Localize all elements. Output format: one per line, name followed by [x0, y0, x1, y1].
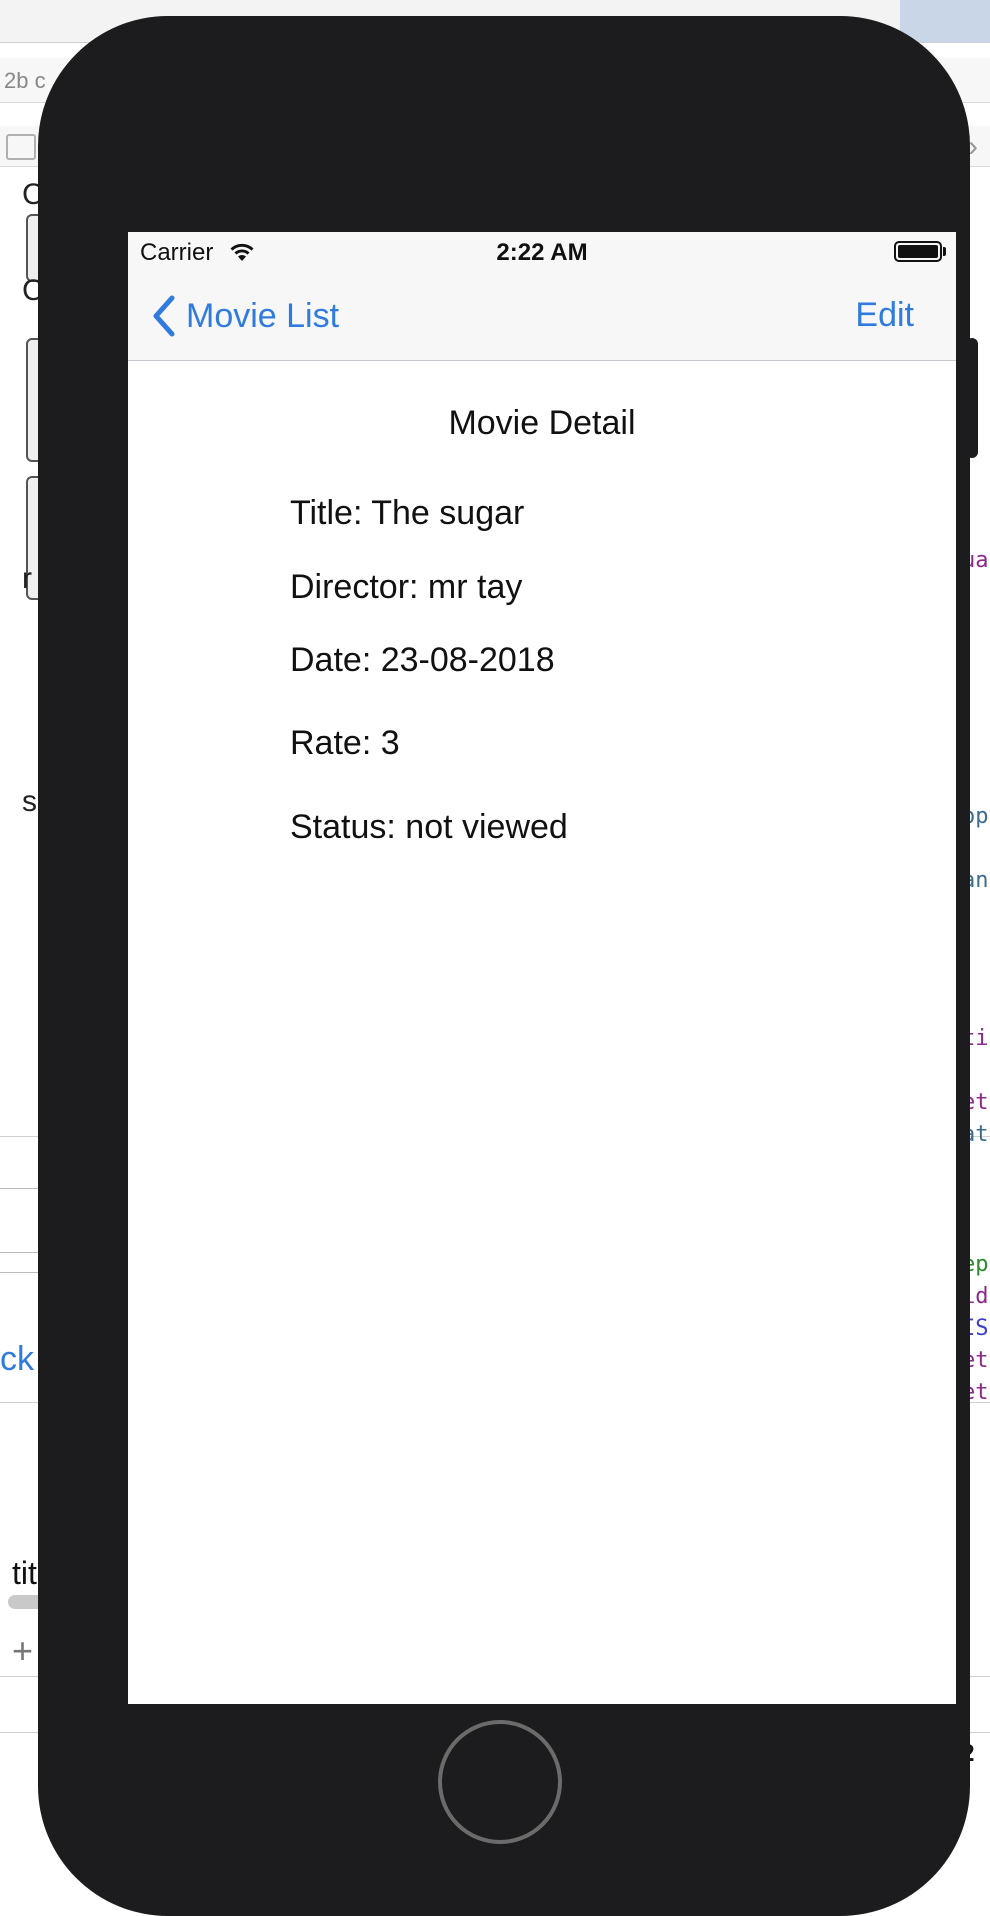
- movie-detail-view: Movie Detail Title: The sugar Director: …: [128, 360, 956, 1704]
- device-screen: Carrier 2:22 AM Movie List Edit Movie De…: [128, 232, 956, 1704]
- battery-icon: [894, 241, 942, 262]
- battery-tip: [943, 247, 946, 256]
- plus-icon[interactable]: +: [12, 1630, 33, 1672]
- chevron-left-icon: [153, 295, 175, 337]
- back-button[interactable]: Movie List: [150, 292, 339, 340]
- status-time: 2:22 AM: [496, 239, 588, 266]
- xcode-left-letter: s: [22, 785, 37, 818]
- xcode-left-letter: r: [22, 562, 32, 595]
- xcode-title-bar-accent: [900, 0, 990, 42]
- edit-button[interactable]: Edit: [855, 296, 914, 335]
- movie-title-label: Title: The sugar: [290, 494, 525, 532]
- movie-director-label: Director: mr tay: [290, 568, 523, 606]
- xcode-partial-label: tit: [12, 1555, 37, 1591]
- status-bar: Carrier 2:22 AM: [128, 232, 956, 272]
- home-button[interactable]: [438, 1720, 562, 1844]
- battery-fill: [898, 245, 938, 258]
- back-button-label: Movie List: [186, 296, 340, 335]
- xcode-breadcrumb-text: 2b c: [4, 68, 46, 93]
- iphone-simulator: Carrier 2:22 AM Movie List Edit Movie De…: [38, 16, 970, 1916]
- film-icon: [6, 134, 36, 160]
- movie-rate-label: Rate: 3: [290, 724, 400, 762]
- device-side-button: [966, 338, 978, 458]
- movie-date-label: Date: 23-08-2018: [290, 641, 555, 679]
- xcode-back-link[interactable]: ck: [0, 1340, 34, 1379]
- page-title: Movie Detail: [448, 404, 636, 442]
- navigation-bar: Movie List Edit: [128, 272, 956, 361]
- movie-status-label: Status: not viewed: [290, 808, 568, 846]
